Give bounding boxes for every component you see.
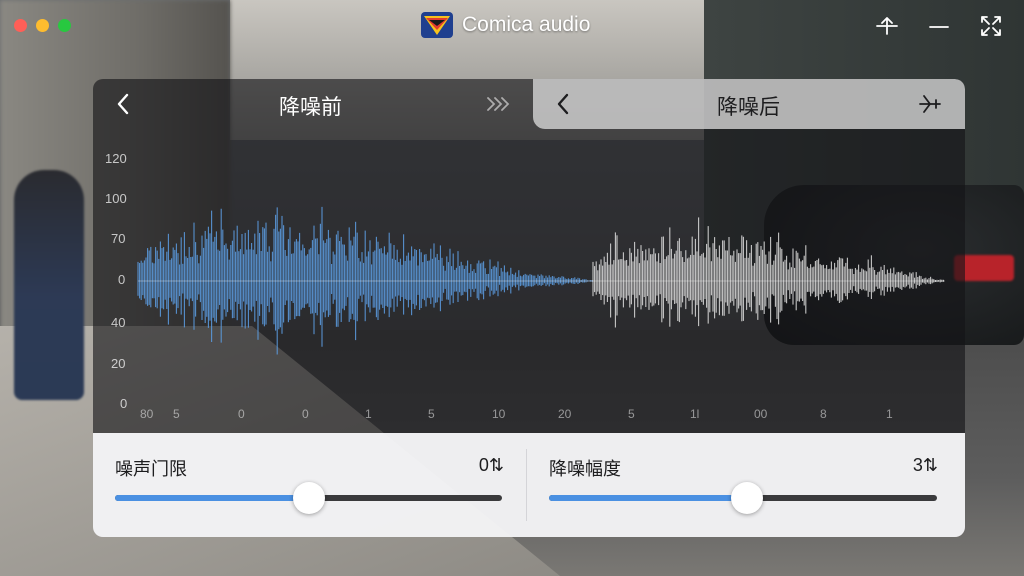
- amount-control: 降噪幅度 3⇅: [527, 433, 965, 537]
- threshold-slider-thumb[interactable]: [292, 482, 325, 514]
- threshold-slider[interactable]: [115, 482, 502, 514]
- x-axis-label: 20: [558, 407, 572, 421]
- x-axis-label: 0: [302, 407, 309, 421]
- zoom-button[interactable]: [58, 19, 71, 32]
- threshold-value[interactable]: 0⇅: [479, 455, 504, 476]
- airplane-icon[interactable]: [917, 91, 943, 117]
- threshold-control: 噪声门限 0⇅: [93, 433, 526, 537]
- chevron-left-icon[interactable]: [111, 91, 137, 117]
- tab-before[interactable]: 降噪前: [93, 79, 533, 129]
- minimize-button[interactable]: [36, 19, 49, 32]
- x-axis-label: 0: [238, 407, 245, 421]
- waveform-chart: 120 100 70 0 40 20 0 80 5 0 0 1 5 10 20 …: [93, 139, 965, 433]
- amount-value[interactable]: 3⇅: [913, 455, 938, 476]
- x-axis-label: 10: [492, 407, 506, 421]
- waveform-svg: [137, 206, 945, 355]
- amount-slider-thumb[interactable]: [730, 482, 763, 514]
- x-axis-label: 1: [886, 407, 893, 421]
- x-axis-label: 5: [173, 407, 180, 421]
- threshold-slider-fill: [115, 495, 309, 501]
- minimize-icon[interactable]: [925, 12, 953, 40]
- x-axis-label: 5: [628, 407, 635, 421]
- threshold-label: 噪声门限: [115, 459, 187, 480]
- tab-after-title: 降噪后: [717, 95, 780, 119]
- x-axis-label: 1l: [690, 407, 700, 421]
- app-title: Comica audio: [420, 10, 590, 40]
- amount-slider[interactable]: [549, 482, 937, 514]
- app-title-text: Comica audio: [462, 13, 591, 36]
- window-traffic-lights: [14, 19, 71, 32]
- waveform-panel: 降噪前 降噪后 120 100 70 0 40 20 0 80 5 0 0 1 …: [93, 79, 965, 433]
- tab-before-title: 降噪前: [279, 95, 342, 119]
- fullscreen-icon[interactable]: [977, 12, 1005, 40]
- waveform-after: [592, 217, 944, 328]
- background-person: [14, 170, 84, 400]
- x-axis-label: 1: [365, 407, 372, 421]
- pin-icon[interactable]: [873, 12, 901, 40]
- amount-label: 降噪幅度: [549, 459, 621, 480]
- close-button[interactable]: [14, 19, 27, 32]
- x-axis-label: 00: [754, 407, 768, 421]
- chevron-left-icon[interactable]: [551, 91, 577, 117]
- x-axis-label: 8: [820, 407, 827, 421]
- comica-logo-icon: [421, 12, 453, 38]
- noise-reduction-card: 降噪前 降噪后 120 100 70 0 40 20 0 80 5 0 0 1 …: [93, 79, 965, 537]
- tab-after[interactable]: 降噪后: [533, 79, 965, 129]
- x-axis-label: 5: [428, 407, 435, 421]
- amount-slider-fill: [549, 495, 747, 501]
- controls-panel: 噪声门限 0⇅ 降噪幅度 3⇅: [93, 433, 965, 537]
- x-axis-label: 80: [140, 407, 154, 421]
- fast-forward-icon[interactable]: [485, 91, 511, 117]
- title-bar: Comica audio: [0, 0, 1024, 52]
